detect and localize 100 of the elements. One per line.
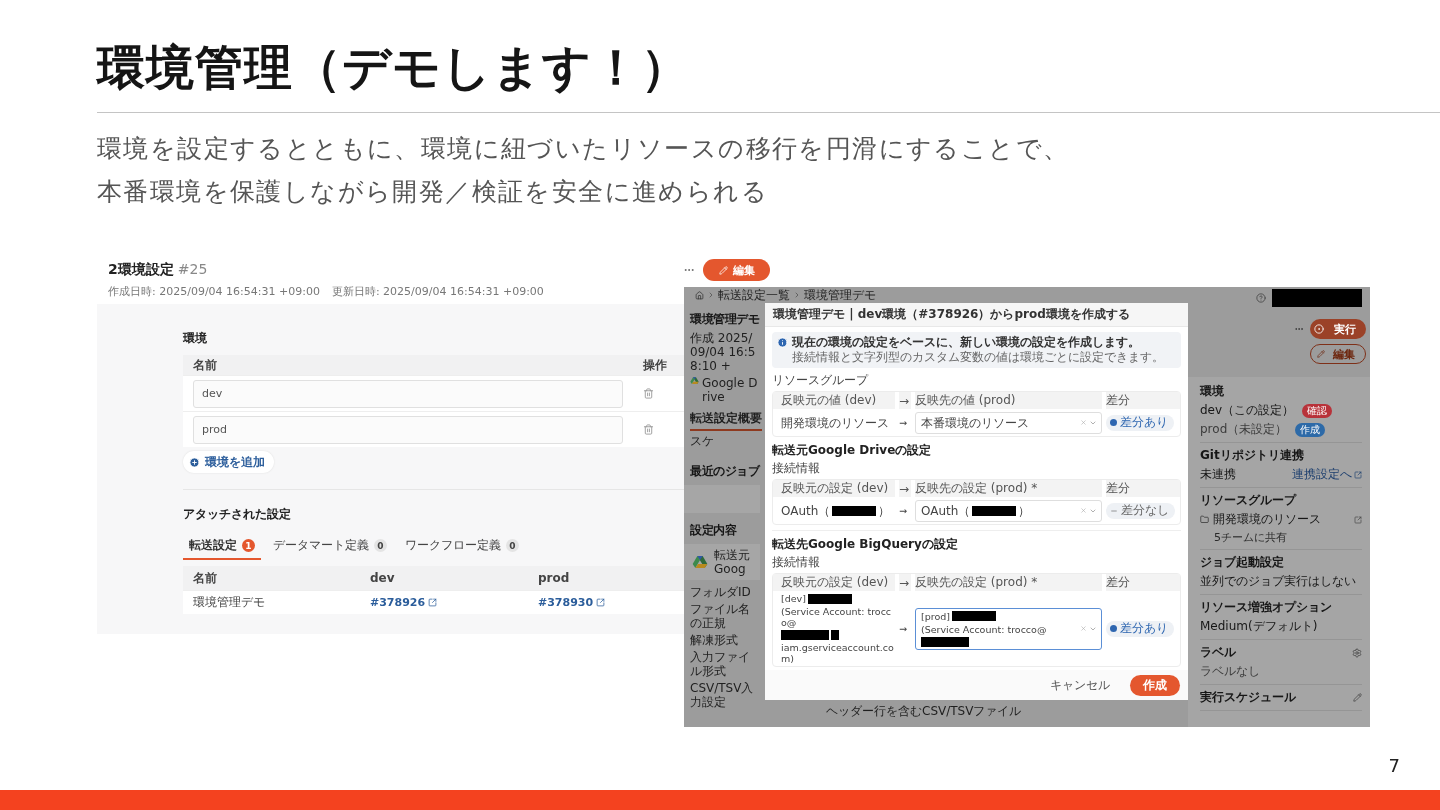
select-field[interactable]: [prod] (Service Account: trocco@: [915, 607, 1102, 650]
redacted-block: [921, 636, 969, 647]
page-title: 環境管理デモ: [690, 311, 760, 328]
resource-note: 5チームに共有: [1214, 530, 1288, 545]
sidebar-title: ジョブ起動設定: [1200, 554, 1284, 571]
chevron-icon: [707, 291, 715, 299]
settings-icon[interactable]: [1352, 647, 1362, 658]
sidebar-value: ラベルなし: [1200, 663, 1261, 680]
arrow-text: →: [899, 505, 907, 516]
sidebar-value: 未連携: [1200, 466, 1236, 483]
cell-text: OAuth（: [781, 503, 831, 518]
cell-text: (Service Account: trocco@: [921, 623, 1047, 635]
arrow-text: →: [899, 417, 907, 428]
breadcrumb-link[interactable]: 環境管理デモ: [804, 287, 876, 304]
sidebar-title: ラベル: [1200, 644, 1236, 661]
resource-name: 開発環境のリソース: [1213, 511, 1321, 528]
chevron-icon: [793, 291, 801, 299]
section-title: 環境: [183, 330, 208, 347]
info-text: 接続情報と文字列型のカスタム変数の値は環境ごとに設定できます。: [792, 350, 1164, 365]
plus-icon: [189, 456, 200, 468]
created-date: 作成日時: 2025/09/04 16:54:31 +09:00: [108, 284, 320, 299]
column-header: 名前: [183, 355, 633, 375]
settings-link[interactable]: 連携設定へ: [1292, 466, 1362, 483]
tab[interactable]: ワークフロー定義 0: [399, 533, 525, 560]
column-header: →: [899, 574, 911, 591]
page-number: 7: [1388, 755, 1400, 776]
pencil-icon[interactable]: [1353, 693, 1362, 702]
sidebar-title: リソースグループ: [1200, 492, 1296, 509]
column-header: 反映先の値 (prod): [915, 392, 1102, 409]
cell-text: [dev]: [781, 593, 806, 604]
cancel-button[interactable]: キャンセル: [1044, 675, 1116, 695]
column-header: →: [899, 392, 911, 409]
redacted-block: [831, 630, 839, 640]
clear-icon[interactable]: [1080, 507, 1087, 514]
column-header: 差分: [1106, 392, 1180, 409]
select-field[interactable]: 本番環境のリソース: [915, 411, 1102, 434]
subsection-label: 接続情報: [772, 554, 821, 571]
section-title: 転送先Google BigQueryの設定: [772, 530, 1181, 553]
environment-name: prod（未設定）: [1200, 421, 1288, 438]
clear-icon[interactable]: [1080, 625, 1087, 632]
tab[interactable]: スケ: [690, 433, 714, 454]
column-header: 反映元の値 (dev): [773, 392, 895, 409]
setting-label: 解凍形式: [690, 633, 739, 647]
external-link-icon: [428, 598, 438, 607]
subtitle-text: 本番環境を保護しながら開発／検証を安全に進められる: [97, 176, 769, 208]
slide-title: 環境管理（デモします！）: [97, 38, 691, 97]
folder-icon: [1200, 515, 1209, 524]
redacted-block: [807, 593, 852, 604]
tab[interactable]: データマート定義 0: [267, 533, 393, 560]
column-header: 名前: [183, 566, 360, 590]
dialog-title: 環境管理デモ | dev環境（#378926）からprod環境を作成する: [765, 303, 1188, 327]
tab[interactable]: 転送設定 1: [183, 533, 261, 560]
redacted-block: [781, 630, 829, 640]
table-cell: 環境管理デモ: [193, 594, 265, 611]
run-button[interactable]: 実行: [1310, 319, 1366, 339]
setting-value: ヘッダー行を含むCSV/TSVファイル: [825, 703, 1023, 720]
subtitle-text: 環境を設定するとともに、環境に紐づいたリソースの移行を円滑にすることで、: [97, 133, 1071, 165]
name-field[interactable]: prod: [193, 415, 623, 444]
pencil-icon: [1317, 350, 1325, 358]
sidebar-title: Gitリポジトリ連携: [1200, 447, 1304, 464]
card-text: 転送元: [714, 548, 750, 562]
delete-icon[interactable]: [643, 388, 654, 399]
column-header: 反映元の設定 (dev): [773, 574, 895, 591]
cell-text: OAuth（: [921, 503, 971, 518]
config-link[interactable]: #378930: [538, 596, 606, 609]
sidebar-title: 環境: [1200, 383, 1224, 400]
section-title: 最近のジョブ: [690, 463, 760, 480]
cell-text: iam.gserviceaccount.com): [781, 642, 895, 664]
tab[interactable]: 転送設定概要: [690, 410, 762, 431]
delete-icon[interactable]: [643, 424, 654, 435]
created-date: 作成 2025/09/04 16:58:10 +: [690, 331, 757, 373]
breadcrumb-link[interactable]: 転送設定一覧: [718, 287, 790, 304]
page-number: #25: [177, 261, 208, 277]
redacted-block: [832, 505, 877, 516]
subsection-label: 接続情報: [772, 460, 821, 477]
run-icon: [1314, 324, 1324, 334]
edit-button[interactable]: 編集: [703, 259, 770, 281]
column-header: →: [899, 480, 911, 497]
environment-tag: 作成: [1295, 422, 1326, 437]
config-link[interactable]: #378926: [370, 596, 438, 609]
section-title: 転送元Google Driveの設定: [772, 442, 933, 459]
setting-label: 入力ファイル形式: [690, 650, 751, 678]
help-icon[interactable]: [1256, 293, 1266, 303]
cell-text: ）: [1018, 503, 1031, 518]
create-button[interactable]: 作成: [1130, 674, 1180, 696]
redacted-block: [952, 611, 996, 621]
drive-icon: [690, 376, 699, 385]
section-title: アタッチされた設定: [183, 506, 292, 523]
name-field[interactable]: dev: [193, 379, 623, 408]
setting-label: CSV/TSV入力設定: [690, 681, 755, 709]
column-header: 反映先の設定 (prod) *: [915, 574, 1102, 591]
info-text: 現在の環境の設定をベースに、新しい環境の設定を作成します。: [792, 335, 1141, 350]
home-icon[interactable]: [695, 290, 704, 300]
clear-icon[interactable]: [1080, 419, 1087, 426]
card-text: Goog: [714, 562, 747, 576]
add-environment-button[interactable]: 環境を追加: [183, 451, 274, 473]
environment-tag: 確認: [1302, 403, 1333, 418]
external-link-icon[interactable]: [1354, 515, 1362, 524]
setting-label: フォルダID: [690, 585, 752, 599]
select-field[interactable]: OAuth（ ）: [915, 499, 1102, 522]
